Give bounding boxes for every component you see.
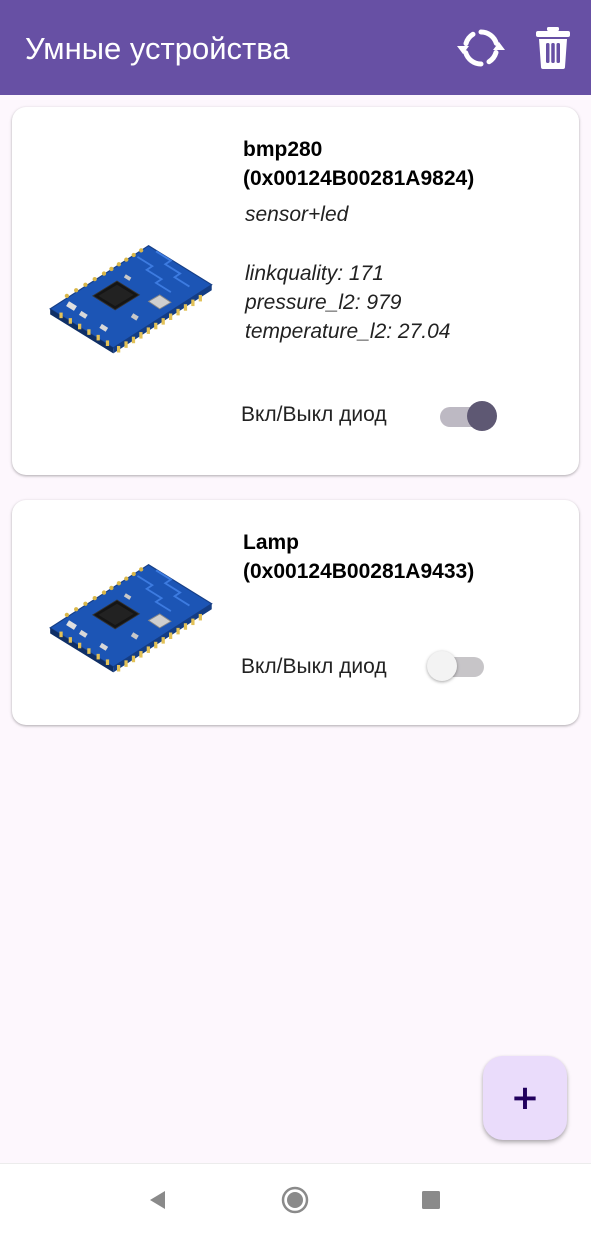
refresh-button[interactable] <box>455 22 507 74</box>
switch-thumb <box>427 651 457 681</box>
reading-temperature: temperature_l2: 27.04 <box>245 320 451 343</box>
device-module-image <box>49 563 213 674</box>
recents-icon <box>422 1191 440 1209</box>
nav-recents-button[interactable] <box>409 1178 453 1222</box>
device-name: Lamp (0x00124B00281A9433) <box>243 528 474 586</box>
nav-home-button[interactable] <box>273 1178 317 1222</box>
nav-back-button[interactable] <box>136 1178 180 1222</box>
device-name-line1: bmp280 <box>243 138 323 161</box>
reading-linkquality: linkquality: 171 <box>245 262 384 285</box>
refresh-icon <box>457 29 505 67</box>
led-toggle-switch[interactable] <box>424 646 488 686</box>
device-type: sensor+led <box>245 203 349 226</box>
device-module-image <box>49 244 213 355</box>
led-toggle-label: Вкл/Выкл диод <box>241 655 387 678</box>
back-icon <box>150 1191 165 1209</box>
add-device-button[interactable]: + <box>483 1056 567 1140</box>
trash-icon <box>536 27 570 69</box>
app-bar: Умные устройства <box>0 0 591 95</box>
home-icon <box>281 1186 309 1214</box>
device-name: bmp280 (0x00124B00281A9824) <box>243 135 474 193</box>
led-toggle-label: Вкл/Выкл диод <box>241 403 387 426</box>
device-readings: linkquality: 171 pressure_l2: 979 temper… <box>245 259 450 346</box>
plus-icon: + <box>510 1078 540 1118</box>
device-id: (0x00124B00281A9824) <box>243 167 475 190</box>
switch-thumb <box>467 401 497 431</box>
led-toggle-switch[interactable] <box>436 396 500 436</box>
device-card[interactable]: Lamp (0x00124B00281A9433) Вкл/Выкл диод <box>12 500 579 725</box>
delete-button[interactable] <box>527 22 579 74</box>
system-nav-bar <box>0 1163 591 1236</box>
device-card[interactable]: bmp280 (0x00124B00281A9824) sensor+led l… <box>12 107 579 475</box>
reading-pressure: pressure_l2: 979 <box>245 291 402 314</box>
device-id: (0x00124B00281A9433) <box>243 560 475 583</box>
device-name-line1: Lamp <box>243 531 300 554</box>
app-title: Умные устройства <box>25 31 290 66</box>
